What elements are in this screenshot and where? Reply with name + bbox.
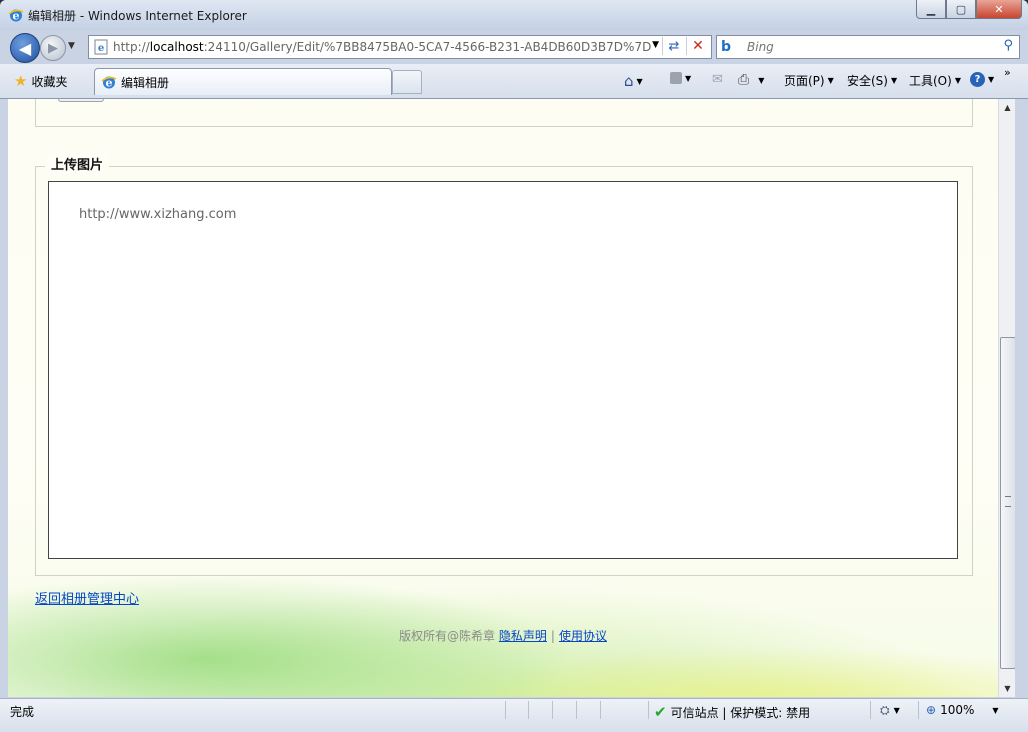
favorites-tab-bar: ★ 收藏夹 e 编辑相册 ⌂▼ ▼ ✉ ⎙▼ 页面(P)▼ 安全(S)▼ [0,64,1028,99]
partial-button[interactable] [58,99,104,102]
home-icon: ⌂ [624,72,634,90]
page-icon: e [94,39,108,55]
feeds-button[interactable]: ▼ [670,72,691,84]
window-frame-right [1015,99,1028,697]
popup-blocker-icon: ⛭ [880,703,890,717]
tools-menu-label: 工具(O) [909,74,952,88]
search-icon[interactable]: ⚲ [1003,38,1013,53]
mail-button[interactable]: ✉ [712,72,723,87]
status-divider [870,701,871,719]
vertical-scrollbar[interactable]: ▲ ▼ [998,99,1016,697]
chevron-down-icon: ▼ [988,75,995,84]
bing-logo-icon: b [721,39,732,55]
chevron-down-icon: ▼ [636,76,643,86]
url-path: :24110/Gallery/Edit/%7BB8475BA0-5CA7-456… [203,40,652,54]
star-icon: ★ [14,72,28,90]
window-controls: ▁ ▢ ✕ [916,0,1022,20]
copyright-text: 版权所有@陈希章 [399,629,496,643]
search-input[interactable] [745,39,989,55]
help-icon: ? [970,72,985,87]
url-host: localhost [149,40,204,54]
status-divider [918,701,919,719]
privacy-link[interactable]: 隐私声明 [499,629,547,643]
scroll-up-icon[interactable]: ▲ [999,99,1016,116]
grip-icon [1005,496,1011,507]
footer-separator: | [550,629,555,643]
tools-menu[interactable]: 工具(O) ▼ [909,72,961,89]
upload-legend: 上传图片 [45,154,110,173]
back-button[interactable]: ◀ [10,33,40,63]
upload-area[interactable]: http://www.xizhang.com [48,181,958,559]
tab-title: 编辑相册 [121,75,170,90]
search-box[interactable]: b ⚲ [716,35,1020,59]
status-divider [528,701,529,719]
status-divider [648,701,649,719]
ie-page-icon: e [101,76,117,90]
window-title: 编辑相册 - Windows Internet Explorer [28,9,247,23]
status-text: 完成 [10,705,35,719]
zoom-level: 100% [940,703,975,717]
upload-placeholder-text: http://www.xizhang.com [79,207,237,222]
window-frame-left [0,99,8,697]
address-url[interactable]: http://localhost:24110/Gallery/Edit/%7BB… [113,40,651,54]
popup-blocker-button[interactable]: ⛭ ▼ [880,703,900,718]
refresh-icon[interactable]: ⇄ [662,37,685,55]
chevron-down-icon: ▼ [992,705,999,715]
scroll-down-icon[interactable]: ▼ [999,680,1016,697]
address-dropdown-icon[interactable]: ▼ [652,40,659,50]
favorites-label: 收藏夹 [31,74,68,89]
status-divider [552,701,553,719]
status-divider [600,701,601,719]
chevron-down-icon: ▼ [827,76,834,85]
safety-menu[interactable]: 安全(S) ▼ [847,72,897,89]
back-to-gallery-link[interactable]: 返回相册管理中心 [35,588,139,607]
page-menu[interactable]: 页面(P) ▼ [784,72,834,89]
rss-feed-icon [670,72,682,84]
chevron-down-icon: ▼ [954,76,961,85]
home-button[interactable]: ⌂ ▼ [624,72,643,90]
forward-button[interactable]: ▶ [40,35,66,61]
print-button[interactable]: ⎙ ▼ [738,72,764,88]
security-zone[interactable]: ✔ 可信站点 | 保护模式: 禁用 [654,703,810,721]
address-bar[interactable]: e http://localhost:24110/Gallery/Edit/%7… [88,35,712,59]
browser-window: e 编辑相册 - Windows Internet Explorer ▁ ▢ ✕… [0,0,1028,732]
chevron-down-icon: ▼ [758,75,765,85]
new-tab-button[interactable] [392,70,422,94]
zoom-control[interactable]: ⊕ 100% ▼ [926,703,999,717]
page-viewport: 上传图片 http://www.xizhang.com 返回相册管理中心 版权所… [8,99,998,697]
status-divider [505,701,506,719]
status-bar: 完成 ✔ 可信站点 | 保护模式: 禁用 ⛭ ▼ ⊕ 100% ▼ [0,698,1028,732]
ie-logo-icon: e [8,9,24,23]
favorites-button[interactable]: ★ 收藏夹 [14,72,67,90]
zoom-icon: ⊕ [926,703,937,717]
close-button[interactable]: ✕ [976,0,1022,19]
chevron-down-icon: ▼ [685,73,692,83]
security-zone-label: 可信站点 | 保护模式: 禁用 [670,705,811,720]
status-divider [576,701,577,719]
previous-fieldset [35,99,973,127]
tab-active[interactable]: e 编辑相册 [94,68,392,95]
page-footer: 版权所有@陈希章 隐私声明 | 使用协议 [8,627,998,644]
check-icon: ✔ [654,703,667,721]
chevron-down-icon: ▼ [893,706,900,715]
chevron-down-icon: ▼ [890,76,898,85]
stop-icon[interactable]: ✕ [686,37,709,55]
command-overflow-button[interactable]: » [1004,66,1011,79]
help-menu[interactable]: ? ▼ [970,72,994,87]
scrollbar-thumb[interactable] [1000,337,1016,669]
printer-icon: ⎙ [738,72,750,88]
navigation-bar: ◀ ▶ ▼ e http://localhost:24110/Gallery/E… [0,30,1028,64]
safety-menu-label: 安全(S) [847,74,888,88]
svg-text:e: e [98,43,104,54]
minimize-button[interactable]: ▁ [916,0,946,19]
recent-pages-dropdown[interactable]: ▼ [68,41,75,51]
title-bar: e 编辑相册 - Windows Internet Explorer ▁ ▢ ✕ [0,0,1028,30]
url-prefix: http:// [113,40,150,54]
mail-icon: ✉ [712,72,723,87]
maximize-button[interactable]: ▢ [946,0,976,19]
terms-link[interactable]: 使用协议 [559,629,607,643]
page-menu-label: 页面(P) [784,74,825,88]
